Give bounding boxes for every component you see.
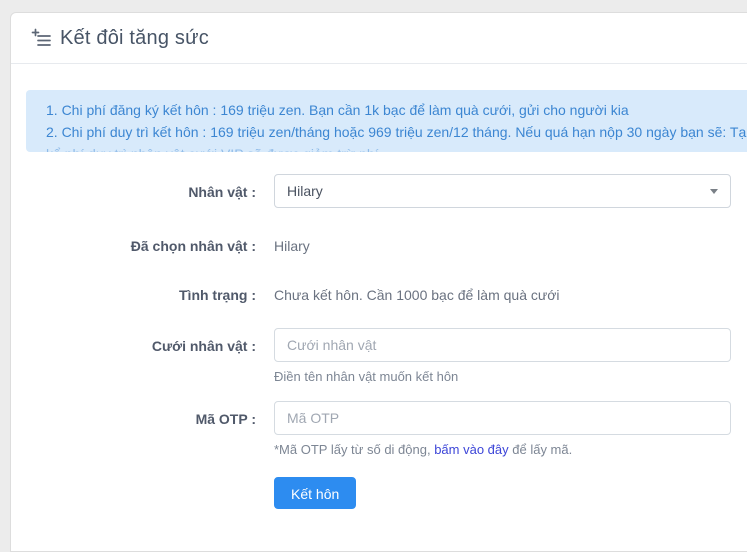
playlist-add-icon (31, 28, 51, 48)
chosen-character-value: Hilary (274, 236, 731, 256)
info-line-2: 2. Chi phí duy trì kết hôn : 169 triệu z… (46, 121, 747, 143)
character-select[interactable]: Hilary (274, 174, 731, 208)
marry-character-label: Cưới nhân vật : (26, 328, 256, 356)
page-title: Kết đôi tăng sức (60, 27, 209, 50)
otp-help: *Mã OTP lấy từ số di động, bấm vào đây đ… (274, 441, 731, 459)
submit-row-spacer (26, 477, 256, 485)
panel-header: Kết đôi tăng sức (11, 13, 747, 64)
info-line-1: 1. Chi phí đăng ký kết hôn : 169 triệu z… (46, 99, 747, 121)
chosen-character-label: Đã chọn nhân vật : (26, 236, 256, 256)
otp-help-suffix: để lấy mã. (509, 442, 573, 457)
marry-button[interactable]: Kết hôn (274, 477, 356, 509)
otp-input[interactable] (274, 401, 731, 435)
marriage-form: Nhân vật : Hilary Đã chọn nhân vật : Hil… (26, 174, 747, 509)
panel-body: 1. Chi phí đăng ký kết hôn : 169 triệu z… (11, 90, 747, 509)
info-line-3-clipped: kể phí duy trì nhân vật cưới VIP sẽ được… (46, 143, 747, 152)
marry-character-help: Điền tên nhân vật muốn kết hôn (274, 368, 731, 386)
status-label: Tình trạng : (26, 285, 256, 305)
character-row: Nhân vật : Hilary (26, 174, 747, 208)
status-value: Chưa kết hôn. Cần 1000 bạc để làm quà cư… (274, 285, 731, 305)
otp-help-prefix: *Mã OTP lấy từ số di động, (274, 442, 434, 457)
submit-row: Kết hôn (26, 477, 747, 509)
otp-label: Mã OTP : (26, 401, 256, 429)
marry-character-row: Cưới nhân vật : Điền tên nhân vật muốn k… (26, 328, 747, 386)
page: { "header": { "title": "Kết đôi tăng sức… (0, 0, 747, 528)
character-label: Nhân vật : (26, 174, 256, 202)
marry-character-input[interactable] (274, 328, 731, 362)
status-row: Tình trạng : Chưa kết hôn. Cần 1000 bạc … (26, 285, 747, 305)
info-alert: 1. Chi phí đăng ký kết hôn : 169 triệu z… (26, 90, 747, 152)
character-select-value: Hilary (287, 183, 323, 199)
chevron-down-icon (710, 189, 718, 194)
chosen-character-row: Đã chọn nhân vật : Hilary (26, 236, 747, 256)
otp-help-link[interactable]: bấm vào đây (434, 442, 508, 457)
content-panel: Kết đôi tăng sức 1. Chi phí đăng ký kết … (10, 12, 747, 552)
otp-row: Mã OTP : *Mã OTP lấy từ số di động, bấm … (26, 401, 747, 459)
